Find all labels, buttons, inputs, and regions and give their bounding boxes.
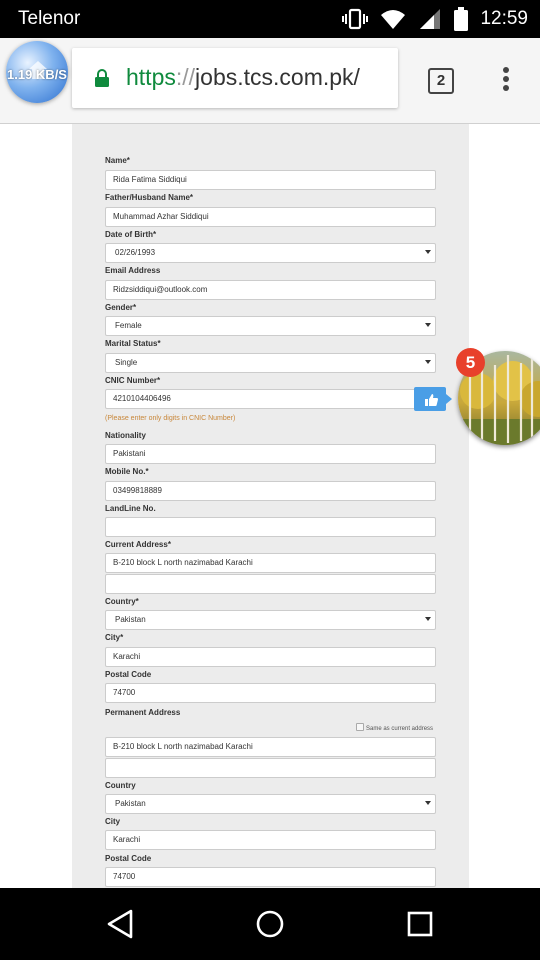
url-host: jobs.tcs.com.pk/ <box>195 64 360 90</box>
gender-value: Female <box>115 321 142 330</box>
city-label: City* <box>105 633 124 642</box>
current-address-line2[interactable] <box>105 574 436 594</box>
wifi-icon <box>380 8 406 30</box>
gender-label: Gender* <box>105 303 137 312</box>
url-scheme: https <box>126 64 176 90</box>
email-field[interactable]: Ridzsiddiqui@outlook.com <box>105 280 436 300</box>
same-as-current-label: Same as current address <box>366 726 434 732</box>
browser-toolbar: https://jobs.tcs.com.pk/ 2 <box>0 38 540 124</box>
father-name-field[interactable]: Muhammad Azhar Siddiqui <box>105 207 436 227</box>
dropdown-caret-icon <box>425 617 431 621</box>
city-field[interactable]: Karachi <box>105 647 436 667</box>
url-separator: :// <box>175 64 196 90</box>
url-bar[interactable]: https://jobs.tcs.com.pk/ <box>72 48 398 108</box>
perm-country-label: Country <box>105 781 136 790</box>
dob-label: Date of Birth* <box>105 230 157 239</box>
back-icon[interactable] <box>100 906 140 942</box>
country-label: Country* <box>105 597 139 606</box>
clock: 12:59 <box>480 8 528 29</box>
country-select[interactable]: Pakistan <box>105 610 436 630</box>
name-field[interactable]: Rida Fatima Siddiqui <box>105 170 436 190</box>
perm-city-field[interactable]: Karachi <box>105 830 436 850</box>
permanent-address-line2[interactable] <box>105 758 436 778</box>
navigation-bar <box>0 888 540 960</box>
gender-select[interactable]: Female <box>105 316 436 336</box>
perm-postal-code-field[interactable]: 74700 <box>105 867 436 887</box>
perm-country-select[interactable]: Pakistan <box>105 794 436 814</box>
nationality-label: Nationality <box>105 431 146 440</box>
email-label: Email Address <box>105 266 161 275</box>
notification-badge: 5 <box>456 348 485 377</box>
dob-value: 02/26/1993 <box>115 248 156 257</box>
network-speed-bubble[interactable]: 1.19 KB/S <box>6 41 68 103</box>
cnic-hint: (Please enter only digits in CNIC Number… <box>105 415 236 422</box>
vibrate-icon <box>342 8 369 30</box>
overflow-menu-icon[interactable] <box>496 64 516 94</box>
country-value: Pakistan <box>115 615 146 624</box>
thumbs-up-icon <box>425 394 438 406</box>
status-bar: Telenor 12:59 <box>0 0 540 38</box>
dropdown-caret-icon <box>425 250 431 254</box>
name-label: Name* <box>105 156 130 165</box>
permanent-address-label: Permanent Address <box>105 708 181 717</box>
dob-select[interactable]: 02/26/1993 <box>105 243 436 263</box>
marital-status-select[interactable]: Single <box>105 353 436 373</box>
like-button[interactable] <box>414 387 452 411</box>
nationality-field[interactable]: Pakistani <box>105 444 436 464</box>
landline-label: LandLine No. <box>105 504 156 513</box>
marital-status-value: Single <box>115 358 138 367</box>
perm-city-label: City <box>105 817 121 826</box>
postal-code-label: Postal Code <box>105 670 152 679</box>
dropdown-caret-icon <box>425 360 431 364</box>
mobile-field[interactable]: 03499818889 <box>105 481 436 501</box>
network-speed-text: 1.19 KB/S <box>7 67 67 82</box>
battery-icon <box>454 7 469 31</box>
current-address-line1[interactable]: B-210 block L north nazimabad Karachi <box>105 553 436 573</box>
status-icons: 12:59 <box>330 6 528 32</box>
application-form: Name* Rida Fatima Siddiqui Father/Husban… <box>72 124 469 888</box>
home-button-icon[interactable] <box>250 906 290 942</box>
perm-postal-code-label: Postal Code <box>105 854 152 863</box>
dropdown-caret-icon <box>425 801 431 805</box>
current-address-label: Current Address* <box>105 540 171 549</box>
dropdown-caret-icon <box>425 323 431 327</box>
postal-code-field[interactable]: 74700 <box>105 683 436 703</box>
recents-icon[interactable] <box>400 906 440 942</box>
carrier-name: Telenor <box>18 8 81 29</box>
lock-icon <box>94 69 110 92</box>
perm-country-value: Pakistan <box>115 799 146 808</box>
url-text[interactable]: https://jobs.tcs.com.pk/ <box>126 64 360 91</box>
same-as-current-checkbox[interactable] <box>356 723 364 731</box>
permanent-address-line1[interactable]: B-210 block L north nazimabad Karachi <box>105 737 436 757</box>
cnic-label: CNIC Number* <box>105 376 161 385</box>
web-page: Name* Rida Fatima Siddiqui Father/Husban… <box>0 124 540 888</box>
signal-icon <box>418 8 442 30</box>
tab-switcher-button[interactable]: 2 <box>428 68 454 94</box>
mobile-label: Mobile No.* <box>105 467 149 476</box>
landline-field[interactable] <box>105 517 436 537</box>
cnic-field[interactable]: 4210104406496 <box>105 389 436 409</box>
marital-status-label: Marital Status* <box>105 339 161 348</box>
father-name-label: Father/Husband Name* <box>105 193 194 202</box>
